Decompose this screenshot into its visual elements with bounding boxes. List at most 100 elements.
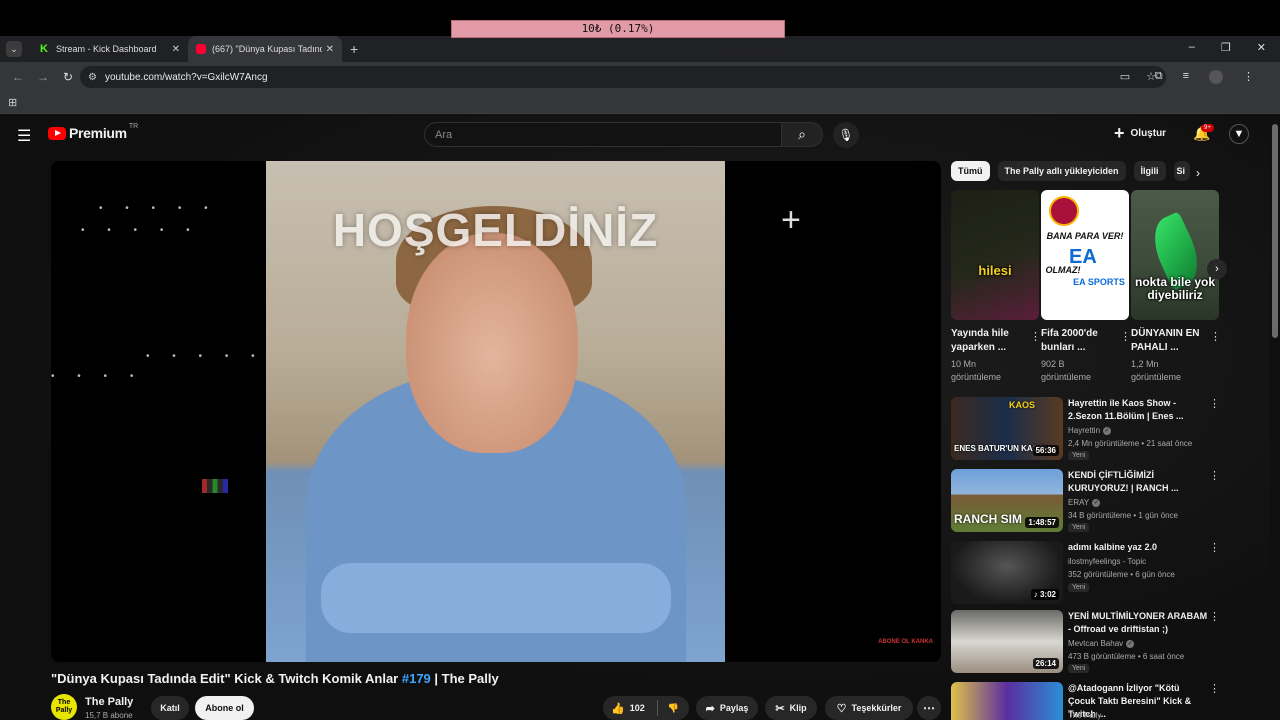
maximize-icon[interactable]: ❐ [1221,41,1231,54]
recommended-video[interactable]: RANCH SIM 1:48:57 KENDİ ÇİFTLİĞİMİZİ KUR… [951,469,1227,535]
like-button[interactable]: 👍 102 👎 [603,696,689,720]
donation-goal-bar: 10₺ (0.17%) [451,20,785,38]
browser-menu-icon[interactable]: ⋮ [1243,70,1254,84]
search-button[interactable]: ⌕ [781,122,823,147]
verified-check-icon: ✓ [1092,498,1101,507]
voice-search-button[interactable]: 🎙 [833,122,859,148]
thumbs-up-icon: 👍 [611,702,625,715]
recommended-video[interactable]: @Atadogann İzliyor "Kötü Çocuk Taktı Ber… [951,682,1227,720]
channel-name[interactable]: Mevtcan Bahav ✓ [1068,639,1135,648]
page-scrollbar[interactable] [1270,114,1280,720]
short-thumbnail[interactable]: BANA PARA VER! OLMAZ! EA SPORTS EA [1041,190,1129,320]
chip-truncated[interactable]: Si [1173,161,1190,181]
extensions-icon[interactable]: ⧉ [1155,70,1163,84]
search-input[interactable] [425,123,781,146]
short-item[interactable]: BANA PARA VER! OLMAZ! EA SPORTS EA Fifa … [1041,190,1131,384]
recommended-video[interactable]: KAOS ENES BATUR'UN KAOSU 56:36 Hayrettin… [951,397,1227,463]
channel-name[interactable]: The Pally [85,696,133,708]
chip-all[interactable]: Tümü [951,161,990,181]
site-info-icon[interactable]: ⚙ [88,72,97,83]
thumb-caption: RANCH SIM [954,512,1022,526]
address-bar[interactable]: ⚙ youtube.com/watch?v=GxilcW7Ancg ▭ ☆ [80,66,1166,88]
channel-name[interactable]: ERAY ✓ [1068,498,1101,507]
tab-kick-dashboard[interactable]: K Stream - Kick Dashboard ✕ [32,36,188,62]
more-vert-icon[interactable]: ⋮ [1209,469,1220,482]
short-thumbnail[interactable]: nokta bile yok diyebiliriz [1131,190,1219,320]
video-thumbnail[interactable]: ♪ 3:02 [951,541,1063,604]
decor-dots: • • • • • [81,225,200,236]
account-avatar[interactable]: ▼ [1229,124,1249,144]
scrollbar-thumb[interactable] [1272,124,1278,338]
clip-button[interactable]: ✂ Klip [765,696,817,720]
video-thumbnail[interactable] [951,682,1063,720]
short-title[interactable]: DÜNYANIN EN PAHALI ... [1131,327,1203,355]
minimize-icon[interactable]: – [1189,41,1195,54]
forward-icon[interactable]: → [36,70,50,84]
share-button[interactable]: ➦ Paylaş [696,696,758,720]
more-vert-icon[interactable]: ⋮ [1209,541,1220,554]
profile-avatar[interactable] [1209,70,1223,84]
video-title[interactable]: KENDİ ÇİFTLİĞİMİZİ KURUYORUZ! | RANCH ..… [1068,469,1208,495]
shorts-next-button[interactable]: › [1207,259,1227,279]
media-controls-icon[interactable]: ≡ [1183,70,1189,84]
video-meta: 473 B görüntüleme • 6 saat önce [1068,652,1185,661]
person-arms [321,563,671,633]
browser-tab-strip: ⌄ K Stream - Kick Dashboard ✕ (667) "Dün… [0,36,1280,62]
channel-name[interactable]: ilostmyfeelings - Topic [1068,557,1146,566]
more-vert-icon[interactable]: ⋮ [1210,330,1221,343]
video-thumbnail[interactable]: 26:14 [951,610,1063,673]
apps-grid-icon[interactable]: ⊞ [8,96,17,109]
glitch-decor [202,479,228,493]
join-button[interactable]: Katıl [151,696,189,720]
video-player[interactable]: • • • • • • • • • • • • • • • • • • • + … [51,161,941,662]
recommended-video[interactable]: ♪ 3:02 adımı kalbine yaz 2.0 ilostmyfeel… [951,541,1227,607]
more-vert-icon[interactable]: ⋮ [1209,682,1220,695]
divider [656,700,658,716]
browser-toolbar: ← → ↻ ⚙ youtube.com/watch?v=GxilcW7Ancg … [0,62,1280,92]
channel-avatar[interactable]: The Pally [51,694,77,720]
video-thumbnail[interactable]: KAOS ENES BATUR'UN KAOSU 56:36 [951,397,1063,460]
channel-name[interactable]: Hayrettin ✓ [1068,426,1112,435]
close-window-icon[interactable]: ✕ [1257,41,1266,54]
youtube-logo[interactable]: Premium TR [48,123,138,141]
close-icon[interactable]: ✕ [172,44,180,55]
thanks-button[interactable]: ♡ Teşekkürler [825,696,913,720]
more-actions-button[interactable]: ⋯ [917,696,941,720]
channel-name[interactable]: The Pally [1068,711,1101,720]
hamburger-menu-icon[interactable]: ☰ [17,126,31,146]
subscribe-button[interactable]: Abone ol [195,696,254,720]
short-item[interactable]: hilesi Yayında hile yaparken ... 10 Mn g… [951,190,1041,384]
reload-icon[interactable]: ↻ [61,70,75,84]
tab-search-button[interactable]: ⌄ [6,41,22,57]
back-icon[interactable]: ← [11,70,25,84]
thumb-caption: hilesi [978,263,1012,278]
short-title[interactable]: Fifa 2000'de bunları ... [1041,327,1113,355]
chip-related[interactable]: İlgili [1133,161,1166,181]
more-vert-icon[interactable]: ⋮ [1120,330,1131,343]
video-title[interactable]: YENİ MULTİMİLYONER ARABAM - Offroad ve d… [1068,610,1208,636]
club-crest-icon [1049,196,1079,226]
tab-youtube[interactable]: (667) "Dünya Kupası Tadında Edit" ✕ [188,36,342,62]
chevron-right-icon[interactable]: › [1196,166,1200,180]
short-title[interactable]: Yayında hile yaparken ... [951,327,1023,355]
filter-chips: Tümü The Pally adlı yükleyiciden İlgili … [951,161,1190,181]
thumbs-down-icon[interactable]: 👎 [668,703,679,714]
video-thumbnail[interactable]: RANCH SIM 1:48:57 [951,469,1063,532]
more-vert-icon[interactable]: ⋮ [1209,610,1220,623]
create-button[interactable]: + Oluştur [1114,124,1166,142]
video-title[interactable]: Hayrettin ile Kaos Show - 2.Sezon 11.Böl… [1068,397,1208,423]
short-item[interactable]: nokta bile yok diyebiliriz DÜNYANIN EN P… [1131,190,1221,384]
title-hashtag-link[interactable]: #179 [402,671,431,686]
donation-goal-max: TRY6000 [712,42,780,61]
search-box [424,122,782,147]
close-icon[interactable]: ✕ [326,44,334,55]
title-text: "Dünya Kupası Tadında Edit" Kick & Twitc… [51,671,402,686]
video-title[interactable]: adımı kalbine yaz 2.0 [1068,541,1208,554]
new-tab-button[interactable]: + [350,41,358,57]
more-vert-icon[interactable]: ⋮ [1030,330,1041,343]
recommended-video[interactable]: 26:14 YENİ MULTİMİLYONER ARABAM - Offroa… [951,610,1227,676]
chip-from-uploader[interactable]: The Pally adlı yükleyiciden [997,161,1126,181]
more-vert-icon[interactable]: ⋮ [1209,397,1220,410]
short-thumbnail[interactable]: hilesi [951,190,1039,320]
cast-icon[interactable]: ▭ [1120,70,1130,83]
